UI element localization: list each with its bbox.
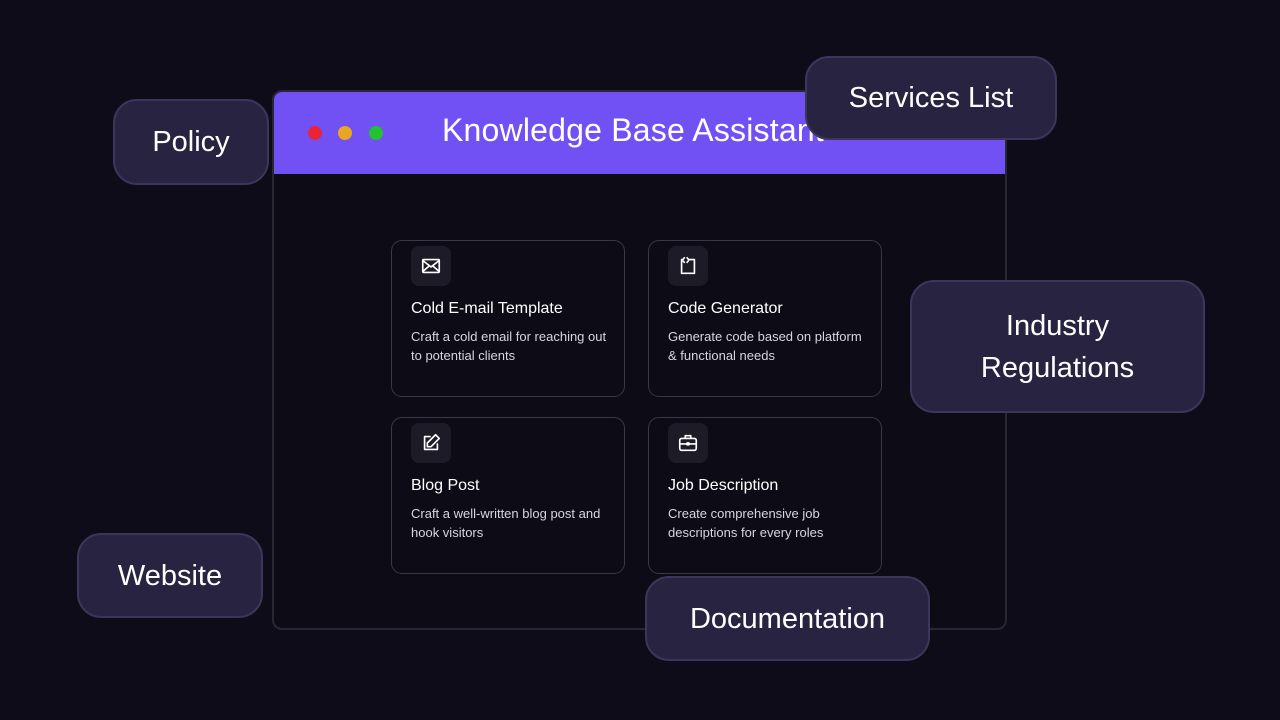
close-dot[interactable] — [308, 126, 322, 140]
card-cold-email[interactable]: Cold E-mail Template Craft a cold email … — [391, 240, 625, 397]
tag-website: Website — [77, 533, 263, 618]
edit-icon — [411, 423, 451, 463]
card-description: Craft a cold email for reaching out to p… — [411, 329, 607, 363]
card-code-generator[interactable]: Code Generator Generate code based on pl… — [648, 240, 882, 397]
card-title: Code Generator — [668, 300, 783, 317]
assistant-window: Knowledge Base Assistant Cold E-mail Tem… — [272, 90, 1007, 630]
card-blog-post[interactable]: Blog Post Craft a well-written blog post… — [391, 417, 625, 574]
tag-industry-regulations: Industry Regulations — [910, 280, 1205, 413]
card-description: Craft a well-written blog post and hook … — [411, 506, 601, 540]
minimize-dot[interactable] — [338, 126, 352, 140]
code-icon — [668, 246, 708, 286]
maximize-dot[interactable] — [369, 126, 383, 140]
briefcase-icon — [668, 423, 708, 463]
card-job-description[interactable]: Job Description Create comprehensive job… — [648, 417, 882, 574]
tag-services-list: Services List — [805, 56, 1057, 140]
card-description: Generate code based on platform & functi… — [668, 329, 862, 363]
card-description: Create comprehensive job descriptions fo… — [668, 506, 824, 540]
card-title: Job Description — [668, 477, 779, 494]
card-title: Cold E-mail Template — [411, 300, 563, 317]
window-title: Knowledge Base Assistant — [442, 112, 824, 148]
card-title: Blog Post — [411, 477, 480, 494]
tag-documentation: Documentation — [645, 576, 930, 661]
envelope-icon — [411, 246, 451, 286]
tag-policy: Policy — [113, 99, 269, 185]
